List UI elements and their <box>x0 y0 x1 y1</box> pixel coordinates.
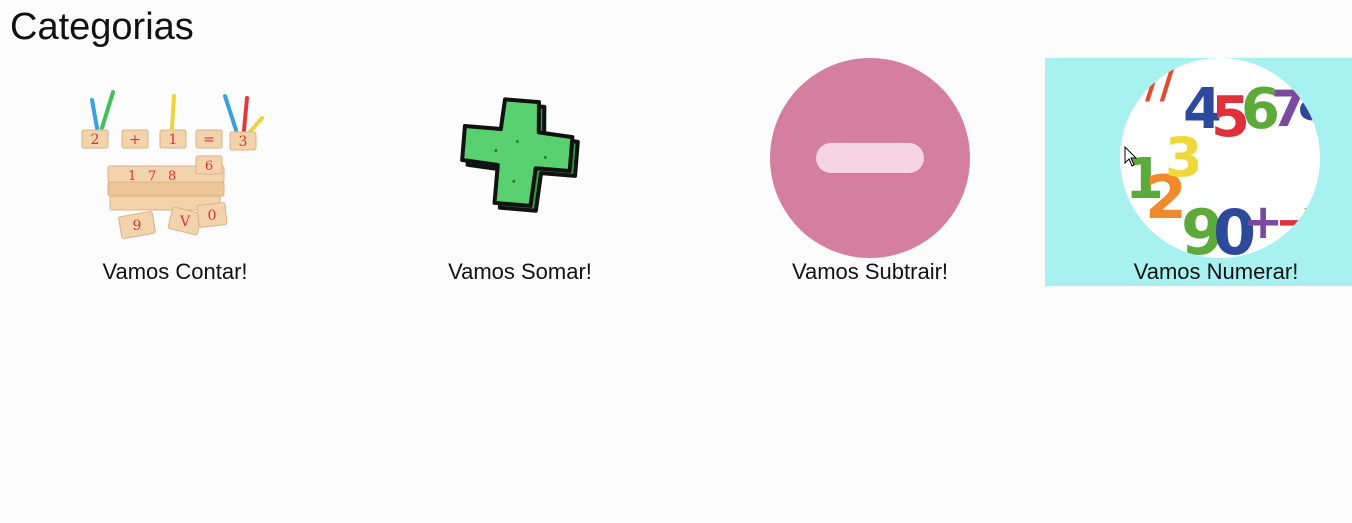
category-card-numerar[interactable]: // 4 5 6 7 8 1 2 3 9 0 + − x Vamos Numer… <box>1045 58 1352 286</box>
svg-text:=: = <box>203 132 215 148</box>
minus-icon <box>770 58 970 258</box>
category-card-subtrair[interactable]: Vamos Subtrair! <box>695 58 1045 286</box>
svg-text:8: 8 <box>1297 74 1332 132</box>
category-label: Vamos Somar! <box>448 259 592 284</box>
svg-text://: // <box>1145 62 1175 108</box>
svg-text:2: 2 <box>91 132 100 148</box>
svg-text:6: 6 <box>205 159 213 174</box>
category-list: 2 + 1 = 3 1 7 8 6 9 V 0 Vamos Contar! Va… <box>0 58 1352 286</box>
category-label: Vamos Contar! <box>102 259 248 284</box>
numbers-icon: // 4 5 6 7 8 1 2 3 9 0 + − x <box>1120 58 1332 258</box>
svg-text:0: 0 <box>208 208 217 224</box>
counting-blocks-icon: 2 + 1 = 3 1 7 8 6 9 V 0 <box>81 90 264 239</box>
svg-text:1: 1 <box>128 169 136 184</box>
svg-text:3: 3 <box>239 134 248 150</box>
svg-text:+: + <box>129 132 141 148</box>
svg-text:7: 7 <box>148 169 156 184</box>
category-card-contar[interactable]: 2 + 1 = 3 1 7 8 6 9 V 0 Vamos Contar! <box>0 58 350 286</box>
svg-text:3: 3 <box>1165 126 1203 189</box>
svg-text:1: 1 <box>169 132 178 148</box>
svg-text:9: 9 <box>133 218 142 234</box>
category-label: Vamos Numerar! <box>1133 259 1299 284</box>
mouse-pointer-icon <box>1124 146 1138 167</box>
category-card-somar[interactable]: Vamos Somar! <box>345 58 695 286</box>
plus-icon <box>460 97 580 213</box>
svg-text:8: 8 <box>168 169 176 184</box>
svg-text:V: V <box>179 214 191 230</box>
svg-text:x: x <box>1303 194 1329 240</box>
page-title: Categorias <box>10 6 194 48</box>
category-label: Vamos Subtrair! <box>791 259 949 284</box>
